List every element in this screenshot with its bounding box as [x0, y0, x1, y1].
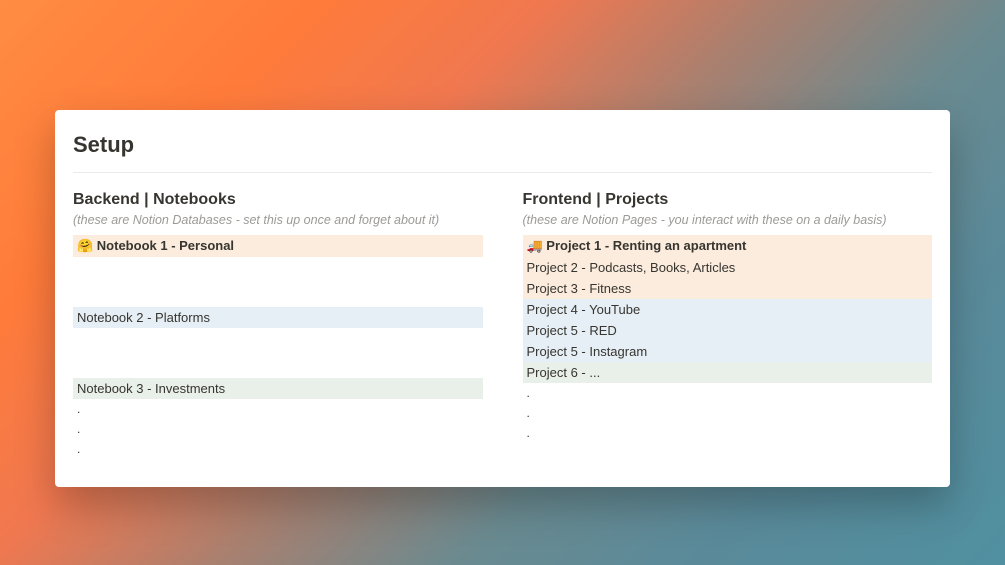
- frontend-heading: Frontend | Projects: [523, 191, 933, 209]
- frontend-subtitle: (these are Notion Pages - you interact w…: [523, 213, 933, 227]
- notebook-row[interactable]: 🤗 Notebook 1 - Personal: [73, 235, 483, 257]
- notebook-row[interactable]: Notebook 2 - Platforms: [73, 307, 483, 328]
- project-row[interactable]: Project 6 - ...: [523, 362, 933, 383]
- project-row[interactable]: 🚚 Project 1 - Renting an apartment: [523, 235, 933, 257]
- more-dot: .: [73, 419, 483, 439]
- project-row[interactable]: Project 2 - Podcasts, Books, Articles: [523, 257, 933, 278]
- page-title: Setup: [73, 132, 932, 173]
- notebook-row[interactable]: Notebook 3 - Investments: [73, 378, 483, 399]
- setup-card: Setup Backend | Notebooks (these are Not…: [55, 110, 950, 487]
- more-dot: .: [523, 383, 933, 403]
- columns-container: Backend | Notebooks (these are Notion Da…: [73, 191, 932, 459]
- more-dot: .: [73, 439, 483, 459]
- project-row[interactable]: Project 3 - Fitness: [523, 278, 933, 299]
- project-row[interactable]: Project 4 - YouTube: [523, 299, 933, 320]
- more-dot: .: [523, 403, 933, 423]
- backend-rows: 🤗 Notebook 1 - Personal Notebook 2 - Plat…: [73, 235, 483, 459]
- spacer: [73, 328, 483, 378]
- frontend-rows: 🚚 Project 1 - Renting an apartmentProjec…: [523, 235, 933, 443]
- backend-subtitle: (these are Notion Databases - set this u…: [73, 213, 483, 227]
- more-dot: .: [73, 399, 483, 419]
- backend-column: Backend | Notebooks (these are Notion Da…: [73, 191, 483, 459]
- backend-heading: Backend | Notebooks: [73, 191, 483, 209]
- spacer: [73, 257, 483, 307]
- more-dot: .: [523, 423, 933, 443]
- frontend-column: Frontend | Projects (these are Notion Pa…: [523, 191, 933, 459]
- project-row[interactable]: Project 5 - Instagram: [523, 341, 933, 362]
- project-row[interactable]: Project 5 - RED: [523, 320, 933, 341]
